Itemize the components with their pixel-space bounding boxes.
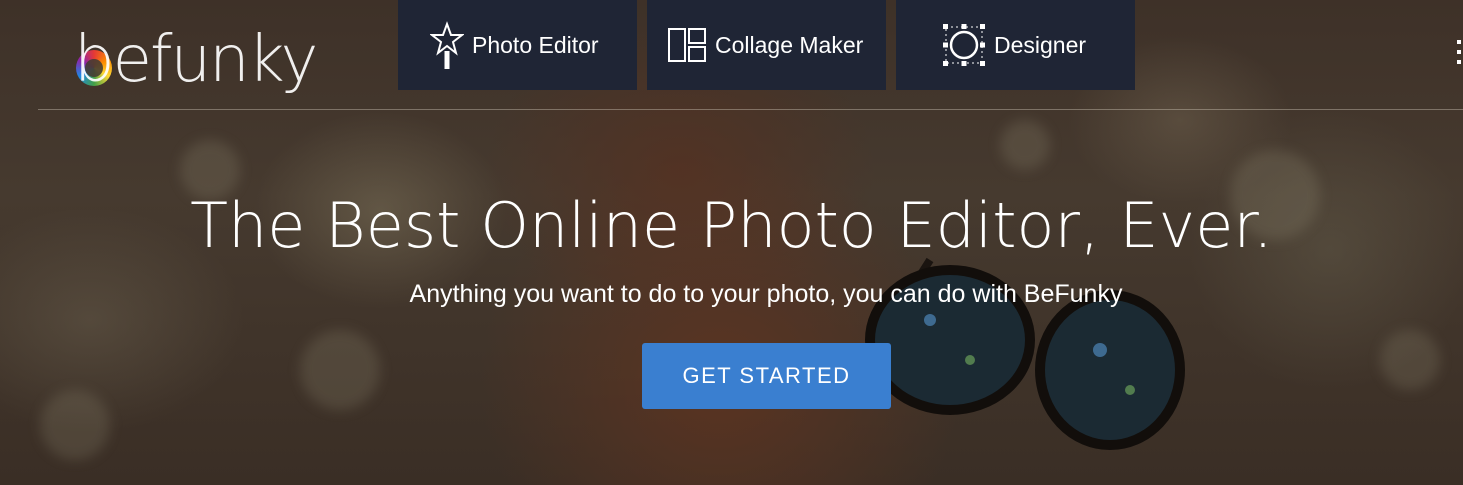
header-divider (38, 109, 1463, 110)
background-bokeh (1380, 330, 1440, 390)
tab-designer[interactable]: Designer (896, 0, 1135, 90)
background-bokeh (40, 390, 110, 460)
tab-photo-editor[interactable]: Photo Editor (398, 0, 637, 90)
hero-subheadline: Anything you want to do to your photo, y… (409, 280, 1123, 308)
tab-designer-label: Designer (994, 31, 1087, 58)
background-bokeh (1000, 120, 1050, 170)
befunky-logo[interactable]: befunky (36, 12, 318, 97)
tab-collage-maker[interactable]: Collage Maker (647, 0, 886, 90)
get-started-button[interactable]: GET STARTED (642, 343, 891, 409)
design-selection-circle-icon (943, 24, 985, 66)
background-bokeh (300, 330, 380, 410)
logo-wordmark: befunky (74, 23, 318, 97)
magic-wand-star-icon (430, 21, 464, 69)
tab-photo-editor-label: Photo Editor (472, 31, 599, 58)
tab-collage-maker-label: Collage Maker (715, 31, 864, 58)
hero-section: befunky Photo Editor Collage Maker Desig… (0, 0, 1463, 485)
vertical-dots-menu-icon[interactable] (1457, 40, 1463, 64)
hero-headline: The Best Online Photo Editor, Ever. (190, 189, 1273, 262)
collage-layout-icon (668, 28, 706, 62)
